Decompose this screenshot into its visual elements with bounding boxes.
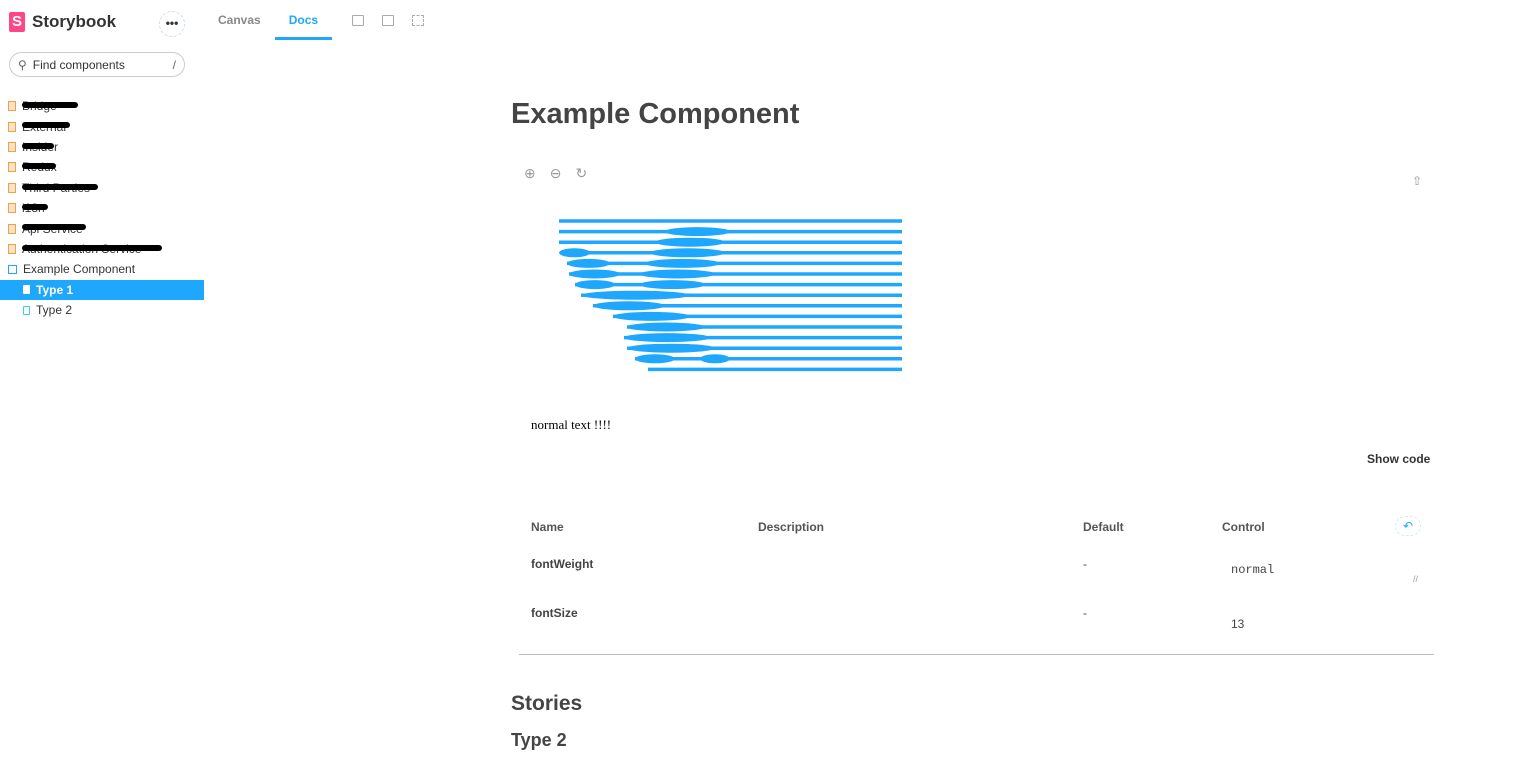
font-weight-input[interactable]: normal (1231, 563, 1274, 577)
redaction (22, 163, 56, 170)
bookmark-icon (23, 305, 30, 315)
component-icon (8, 264, 17, 274)
redaction (22, 244, 162, 251)
sidebar-item-type-2[interactable]: Type 2 (0, 300, 204, 320)
prop-name: fontSize (531, 606, 578, 620)
folder-icon (8, 223, 16, 234)
tab-docs[interactable]: Docs (274, 0, 333, 40)
folder-icon (8, 243, 16, 254)
prop-default: - (1083, 557, 1087, 571)
redaction (22, 122, 70, 129)
prop-name: fontWeight (531, 557, 594, 571)
search-input[interactable]: ⚲ Find components / (9, 52, 185, 77)
col-control: Control (1222, 520, 1265, 534)
preview-blob (624, 333, 710, 343)
share-icon[interactable]: ⇧ (1412, 174, 1422, 188)
bookmark-icon (23, 285, 30, 295)
folder-icon (8, 162, 16, 173)
sidebar-item[interactable]: Redux (0, 157, 204, 177)
search-placeholder: Find components (32, 57, 125, 72)
sidebar-item[interactable]: Api Service (0, 218, 204, 238)
preview-blob (613, 311, 690, 321)
prop-default: - (1083, 606, 1087, 620)
zoom-in-icon[interactable]: ⊕ (524, 165, 536, 182)
zoom-out-icon[interactable]: ⊖ (550, 165, 562, 182)
zoom-controls: ⊕ ⊖ ↻ (524, 165, 587, 182)
preview-blob (581, 290, 690, 300)
sidebar-item[interactable]: Insider (0, 137, 204, 157)
background-icon[interactable] (352, 14, 365, 26)
preview-blob (567, 258, 610, 268)
preview-graphic (559, 219, 902, 372)
resize-handle-icon[interactable]: // (1413, 574, 1418, 584)
sidebar-item[interactable]: Third Parties (0, 178, 204, 198)
brand-name: Storybook (32, 12, 117, 31)
outline-icon[interactable] (412, 14, 425, 26)
page-title: Example Component (511, 98, 800, 130)
component-tree: Bridge External Insider Redux Third Part… (0, 96, 204, 320)
folder-icon (8, 203, 16, 214)
preview-blob (640, 269, 715, 279)
redaction (22, 102, 78, 108)
col-default: Default (1083, 520, 1124, 534)
divider (519, 654, 1434, 655)
preview-blob (627, 343, 715, 353)
search-shortcut: / (172, 57, 176, 72)
tab-canvas[interactable]: Canvas (204, 0, 275, 40)
show-code-button[interactable]: Show code (1367, 452, 1430, 466)
folder-icon (8, 121, 16, 132)
preview-blob (700, 354, 730, 364)
redaction (22, 203, 48, 210)
preview-blob (665, 227, 730, 237)
menu-button[interactable]: ••• (159, 11, 185, 37)
sidebar-item-type-1[interactable]: Type 1 (0, 279, 204, 300)
folder-icon (8, 141, 16, 152)
sidebar-item-example-component[interactable]: Example Component (0, 259, 204, 279)
preview-blob (575, 280, 615, 290)
preview-blob (559, 248, 590, 258)
storybook-logo: S (9, 12, 25, 32)
folder-icon (8, 182, 16, 193)
brand[interactable]: S Storybook (9, 12, 116, 32)
sidebar-item[interactable]: External (0, 116, 204, 136)
stories-heading: Stories (511, 692, 583, 715)
redaction (22, 183, 98, 190)
grid-icon[interactable] (382, 14, 395, 26)
preview-blob (569, 269, 620, 279)
font-size-input[interactable]: 13 (1231, 617, 1244, 631)
preview-blob (645, 258, 720, 268)
folder-icon (8, 101, 16, 112)
preview-blob (655, 237, 725, 247)
redaction (22, 224, 86, 231)
zoom-reset-icon[interactable]: ↻ (575, 165, 587, 182)
sidebar-item[interactable]: Bridge (0, 96, 204, 116)
preview-blob (650, 248, 725, 258)
story-heading: Type 2 (511, 730, 567, 750)
sidebar-item[interactable]: Authentication Service (0, 239, 204, 259)
preview-blob (627, 322, 705, 332)
preview-blob (635, 354, 675, 364)
redaction (22, 142, 54, 149)
preview-blob (640, 280, 705, 290)
sidebar: S Storybook ••• ⚲ Find components / Brid… (0, 0, 204, 766)
sidebar-item[interactable]: i18n (0, 198, 204, 218)
search-icon: ⚲ (18, 57, 27, 72)
col-name: Name (531, 520, 564, 534)
reset-controls-icon[interactable]: ↶ (1395, 516, 1421, 536)
preview-text: normal text !!!! (531, 417, 612, 432)
col-description: Description (758, 520, 825, 534)
toolbar: Canvas Docs (204, 0, 433, 40)
preview-blob (593, 301, 665, 311)
